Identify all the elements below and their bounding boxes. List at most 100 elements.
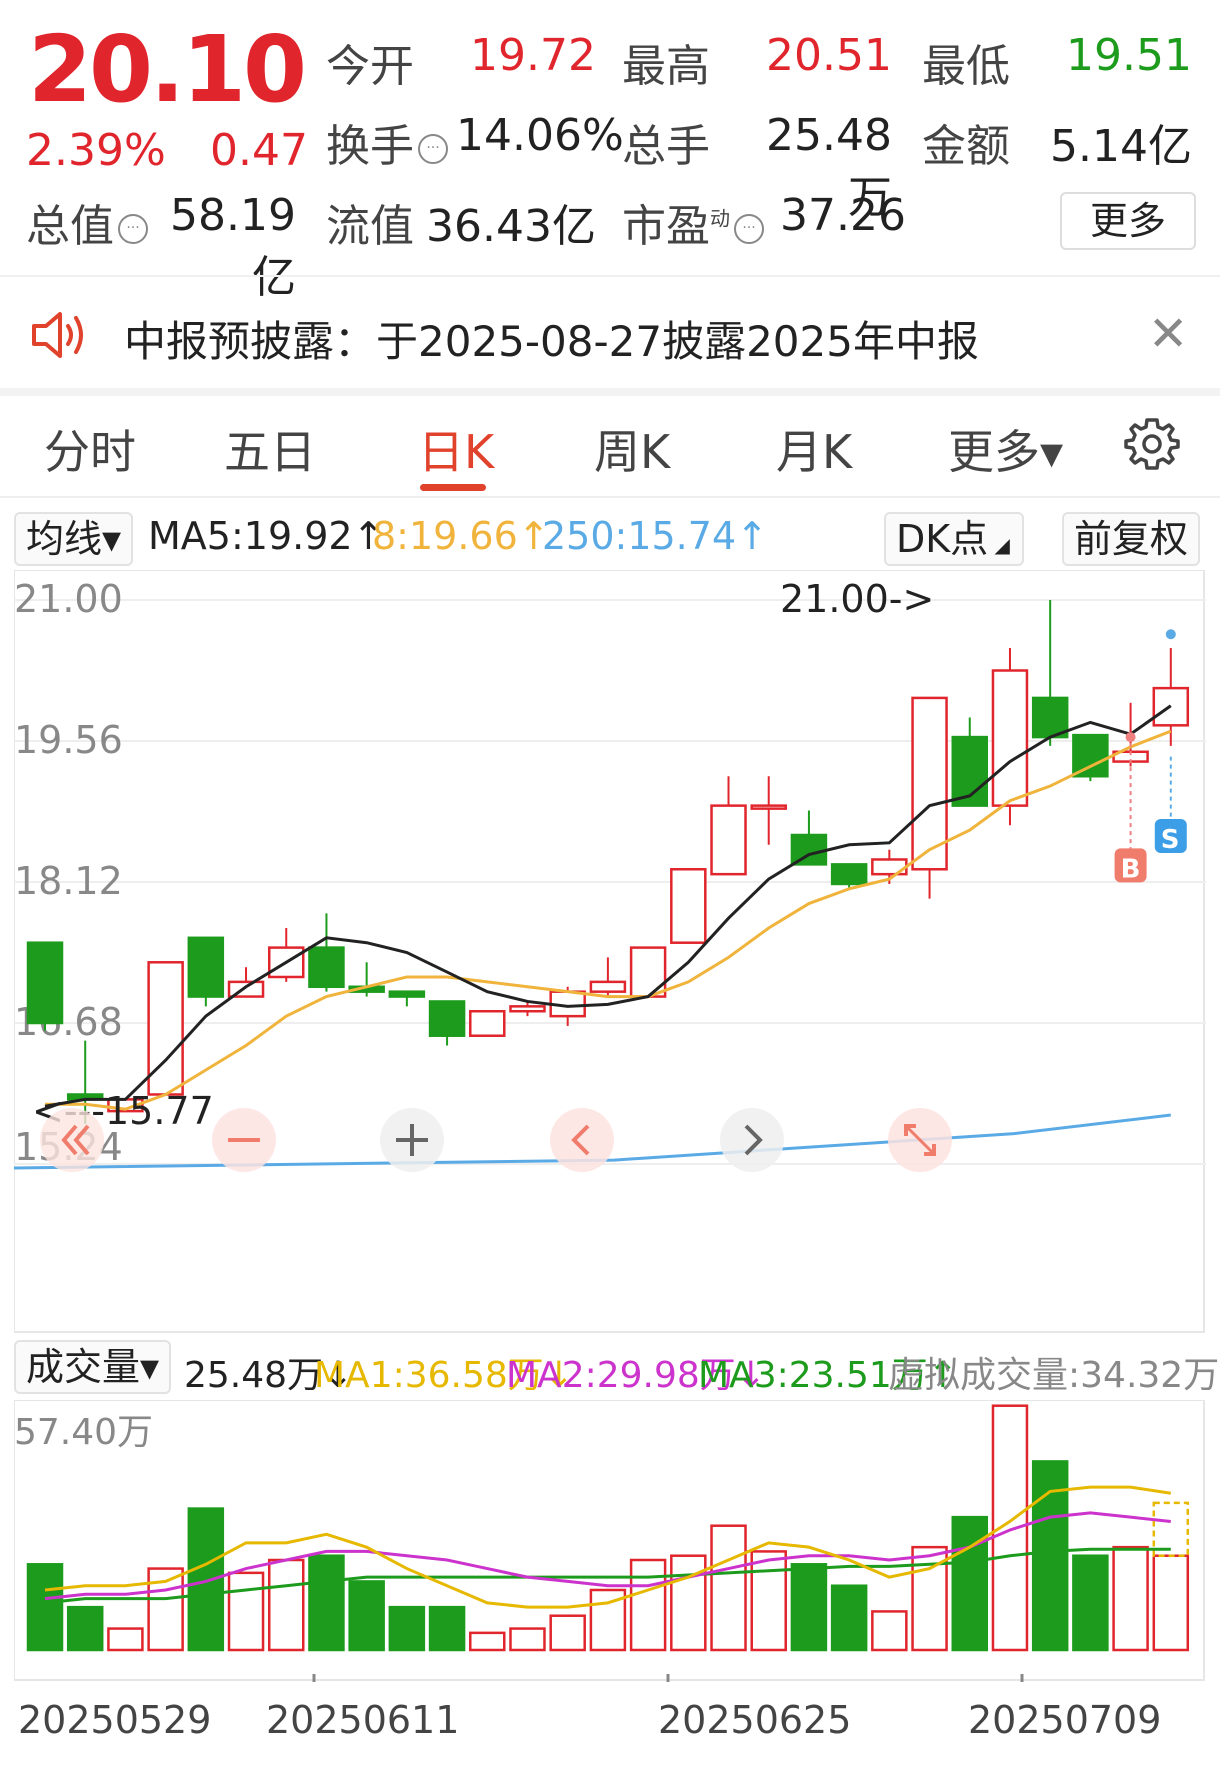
zoom-out-icon[interactable] [212, 1108, 276, 1172]
date-label: 20250709 [968, 1698, 1162, 1742]
volume-bar [388, 1605, 426, 1652]
volume-bar [469, 1631, 506, 1652]
ma8-value: 8:19.66↑ [372, 514, 550, 558]
buy-marker-label: B [1121, 854, 1141, 884]
high-value: 20.51 [766, 30, 892, 81]
volume-bar [26, 1563, 64, 1652]
volume-chart[interactable]: 57.40万 [13, 1399, 1206, 1682]
pe-label[interactable]: 市盈动 ··· [622, 190, 764, 254]
button-bg [550, 1108, 614, 1172]
volume-bar [1152, 1554, 1190, 1652]
change-amount: 0.47 [210, 125, 308, 176]
sell-marker-label: S [1161, 825, 1180, 855]
volume-bar [629, 1558, 667, 1652]
candle-body [308, 946, 345, 989]
turnover-label-text: 换手 [326, 121, 414, 172]
candle-body [1072, 733, 1109, 778]
virtual-volume: 虚拟成交量:34.32万 [888, 1355, 1220, 1396]
candle-body [147, 961, 184, 1096]
tab-weekly-k[interactable]: 周K [594, 416, 670, 482]
gear-icon[interactable] [1124, 416, 1180, 472]
turnover-value: 14.06% [456, 110, 624, 161]
fast-back-icon[interactable] [40, 1108, 104, 1172]
turnover-label[interactable]: 换手 ··· [326, 110, 448, 174]
pe-value: 37.26 [780, 190, 906, 241]
tab-more[interactable]: 更多▾ [948, 416, 1063, 482]
mktcap-label[interactable]: 总值 ··· [26, 190, 148, 254]
tab-intraday[interactable]: 分时 [44, 416, 136, 482]
high-label: 最高 [622, 41, 710, 92]
chevron-right-icon[interactable] [720, 1108, 784, 1172]
volume-top-label: 57.40万 [14, 1412, 153, 1453]
adjust-select[interactable]: 前复权 [1062, 512, 1201, 566]
volume-select[interactable]: 成交量▾ [14, 1340, 172, 1394]
kline-chart[interactable]: 21.0019.5618.1216.6815.2421.00-><---15.7… [13, 569, 1206, 1334]
candle-body [428, 1000, 466, 1037]
y-tick-label: 18.12 [14, 859, 123, 903]
buy-marker-dot [1125, 732, 1136, 743]
expand-icon[interactable] [888, 1108, 952, 1172]
pe-dynamic-mark: 动 [710, 206, 730, 231]
y-tick-label: 21.00 [14, 577, 123, 621]
ma-select[interactable]: 均线▾ [14, 512, 134, 566]
notice-bar[interactable]: 中报预披露：于2025-08-27披露2025年中报 ✕ [0, 278, 1220, 388]
amount-value: 5.14亿 [1050, 121, 1192, 172]
volume-bar [1112, 1545, 1149, 1652]
volume-bar [1072, 1554, 1109, 1652]
dropdown-corner-icon: ◢ [988, 533, 1010, 557]
candle-body [469, 1010, 506, 1037]
date-axis: 20250529 20250611 20250625 20250709 [0, 1690, 1220, 1760]
tab-daily-k[interactable]: 日K [418, 416, 494, 482]
volume-bar [267, 1558, 305, 1652]
info-icon[interactable]: ··· [418, 134, 448, 164]
date-label: 20250611 [266, 1698, 460, 1742]
candle-body [589, 980, 627, 993]
kline-svg: 21.0019.5618.1216.6815.2421.00-><---15.7… [13, 569, 1206, 1333]
tab-five-day[interactable]: 五日 [224, 416, 316, 482]
candle-body [710, 804, 747, 876]
candle-body [830, 863, 868, 886]
low-value: 19.51 [1066, 30, 1192, 81]
tab-monthly-k[interactable]: 月K [776, 416, 852, 482]
float-label: 流值 [326, 201, 414, 252]
volume-bar [187, 1507, 225, 1652]
float-value: 36.43亿 [426, 201, 596, 252]
volume-svg: 57.40万 [13, 1399, 1205, 1682]
button-bg [40, 1108, 104, 1172]
info-icon[interactable]: ··· [734, 214, 764, 244]
divider [0, 275, 1220, 277]
period-tabs: 分时 五日 日K 周K 月K 更多▾ [0, 396, 1220, 498]
sell-marker-dot [1165, 629, 1176, 640]
divider [0, 388, 1220, 396]
volume-bar [710, 1524, 747, 1652]
volume-bar [227, 1571, 265, 1652]
active-tab-indicator [420, 484, 486, 491]
volume-bar [428, 1605, 466, 1652]
volume-bar [951, 1515, 989, 1652]
volume-bar [670, 1554, 707, 1652]
volume-label: 总手 [622, 121, 710, 172]
quote-header: 20.10 2.39% 0.47 今开 19.72 最高 20.51 最低 19… [0, 0, 1220, 303]
open-value: 19.72 [470, 30, 596, 81]
notice-text: 中报预披露：于2025-08-27披露2025年中报 [124, 317, 979, 366]
info-icon[interactable]: ··· [118, 214, 148, 244]
zoom-in-icon[interactable] [380, 1108, 444, 1172]
candle-body [26, 941, 64, 1025]
change-percent: 2.39% [26, 125, 166, 176]
chevron-left-icon[interactable] [550, 1108, 614, 1172]
volume-bar [66, 1605, 104, 1652]
last-price: 20.10 [28, 16, 307, 123]
volume-bar [750, 1550, 787, 1652]
candle-body [670, 868, 707, 944]
more-button[interactable]: 更多 [1060, 192, 1196, 250]
open-label: 今开 [326, 41, 414, 92]
mktcap-label-text: 总值 [26, 201, 114, 252]
dk-select-label: DK点 [896, 517, 989, 561]
speaker-icon [32, 312, 83, 358]
volume-bar [107, 1627, 144, 1652]
volume-bar [871, 1610, 908, 1652]
low-label: 最低 [922, 41, 1010, 92]
candle-body [991, 669, 1029, 807]
dk-select[interactable]: DK点 ◢ [884, 512, 1024, 566]
close-icon[interactable]: ✕ [1148, 306, 1188, 362]
